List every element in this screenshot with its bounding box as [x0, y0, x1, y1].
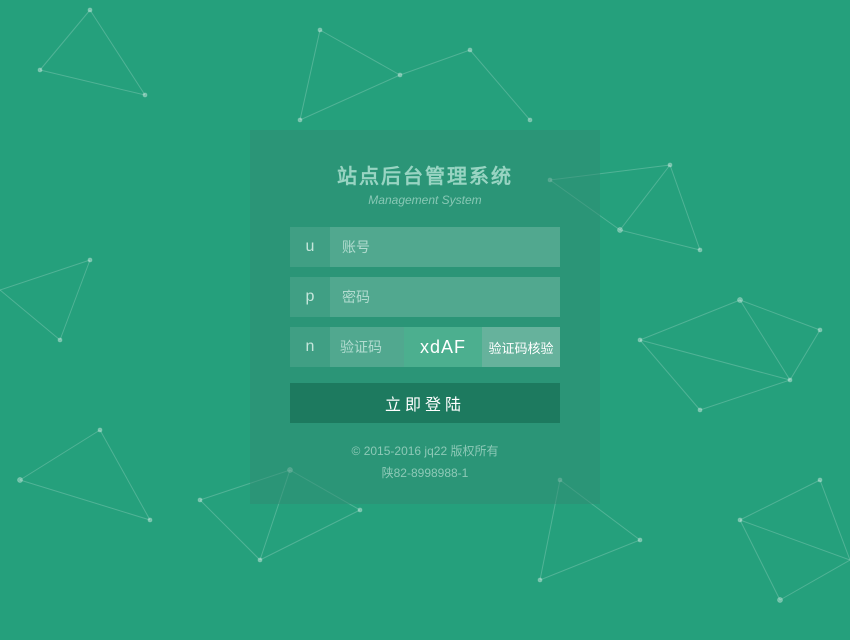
password-input[interactable]: [330, 277, 560, 317]
footer-copyright: © 2015-2016 jq22 版权所有: [290, 441, 560, 463]
page-subtitle: Management System: [290, 193, 560, 207]
captcha-icon: n: [290, 327, 330, 367]
password-icon: p: [290, 277, 330, 317]
captcha-row: n xdAF 验证码核验: [290, 327, 560, 367]
login-button[interactable]: 立即登陆: [290, 383, 560, 423]
username-input[interactable]: [330, 227, 560, 267]
captcha-verify-button[interactable]: 验证码核验: [482, 327, 560, 367]
page-title: 站点后台管理系统: [290, 160, 560, 189]
username-input-wrap: [330, 227, 560, 267]
footer: © 2015-2016 jq22 版权所有 陕82-8998988-1: [290, 441, 560, 484]
password-input-wrap: [330, 277, 560, 317]
password-row: p: [290, 277, 560, 317]
captcha-image[interactable]: xdAF: [404, 327, 482, 367]
footer-icp: 陕82-8998988-1: [290, 463, 560, 485]
user-icon: u: [290, 227, 330, 267]
captcha-input[interactable]: [330, 327, 404, 367]
username-row: u: [290, 227, 560, 267]
captcha-input-wrap: [330, 327, 404, 367]
login-panel: 站点后台管理系统 Management System u p n xdAF 验证…: [250, 130, 600, 504]
